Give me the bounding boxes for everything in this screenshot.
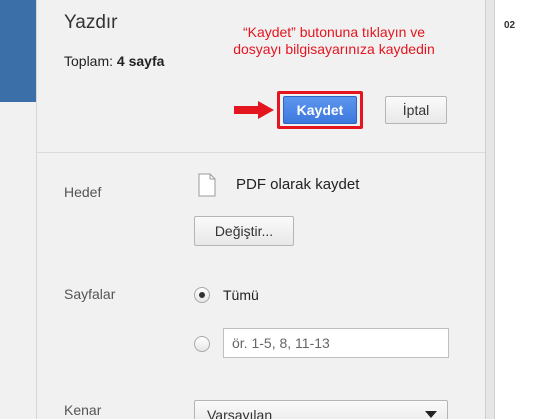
print-settings-panel: Yazdır Toplam: 4 sayfa “Kaydet” butonuna… <box>36 0 486 419</box>
pages-custom-input[interactable] <box>223 328 449 358</box>
instruction-annotation: “Kaydet” butonuna tıklayın ve dosyayı bi… <box>233 24 435 57</box>
dialog-title: Yazdır <box>64 12 118 33</box>
page-total-label: Toplam: <box>64 53 114 69</box>
radio-selected-dot <box>199 292 205 298</box>
print-header: Yazdır Toplam: 4 sayfa “Kaydet” butonuna… <box>37 0 485 153</box>
pages-label: Sayfalar <box>64 286 116 302</box>
margins-select-value: Varsayılan <box>207 407 273 419</box>
print-preview: 02 <box>494 0 542 419</box>
print-dialog-screen: Yazdır Toplam: 4 sayfa “Kaydet” butonuna… <box>0 0 542 419</box>
change-destination-button[interactable]: Değiştir... <box>194 216 294 246</box>
cancel-button[interactable]: İptal <box>385 96 447 124</box>
background-page <box>0 0 36 419</box>
preview-separator <box>486 0 494 419</box>
chevron-down-icon <box>425 411 437 418</box>
pages-custom-radio[interactable] <box>194 336 210 352</box>
page-total: Toplam: 4 sayfa <box>64 53 164 69</box>
pages-all-radio[interactable] <box>194 287 210 303</box>
document-icon <box>198 173 216 197</box>
page-total-value: 4 sayfa <box>116 53 165 69</box>
destination-label: Hedef <box>64 184 102 200</box>
margins-select[interactable]: Varsayılan <box>194 400 448 419</box>
pages-all-label: Tümü <box>223 287 259 303</box>
background-page-header <box>0 0 36 102</box>
preview-page-text: 02 <box>504 20 516 31</box>
destination-value: PDF olarak kaydet <box>236 176 360 193</box>
save-button[interactable]: Kaydet <box>283 96 357 124</box>
red-arrow-icon <box>234 101 274 119</box>
margins-label: Kenar <box>64 402 102 418</box>
